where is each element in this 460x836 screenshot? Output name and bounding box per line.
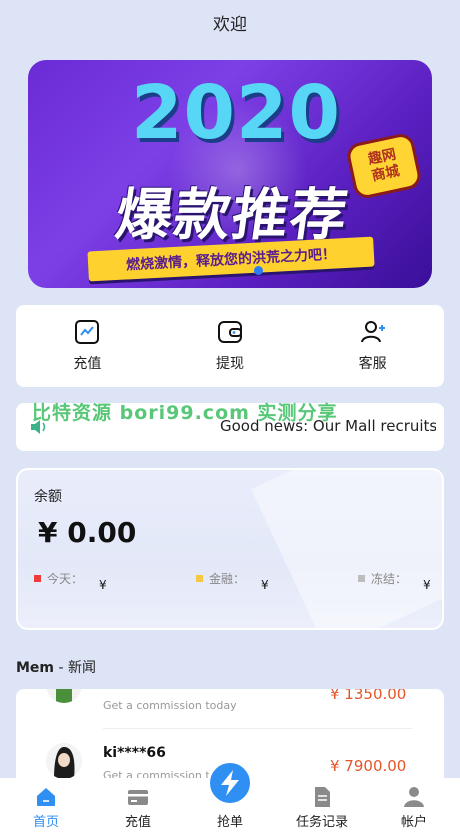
finance-label: 金融： <box>209 572 246 586</box>
today-marker <box>34 575 41 582</box>
customer-service-label: 客服 <box>358 356 387 372</box>
card-decoration <box>251 470 442 628</box>
tab-account[interactable]: 帐户 <box>374 786 454 830</box>
news-amount: ¥ 1350.00 <box>330 689 407 703</box>
promo-banner[interactable]: 2020 趣网 商城 爆款推荐 燃烧激情，释放您的洪荒之力吧！ <box>28 60 432 288</box>
balance-label: 余额 <box>34 489 62 505</box>
avatar-image <box>46 743 82 779</box>
frozen-value: ¥ <box>423 577 431 592</box>
news-amount: ¥ 7900.00 <box>330 757 407 775</box>
avatar <box>46 743 82 779</box>
news-heading: Mem - 新闻 <box>16 657 96 677</box>
today-stat: 今天： ¥ <box>34 570 107 592</box>
home-icon <box>37 788 55 806</box>
list-item: Get a commission today ¥ 1350.00 <box>16 689 444 729</box>
tab-grab-label: 抢单 <box>216 815 243 830</box>
customer-service-button[interactable]: 客服 <box>323 319 423 373</box>
document-icon <box>315 787 330 807</box>
finance-marker <box>196 575 203 582</box>
banner-slogan-text: 燃烧激情，释放您的洪荒之力吧！ <box>125 246 337 274</box>
balance-amount: ¥ 0.00 <box>38 516 137 549</box>
recharge-button[interactable]: 充值 <box>37 319 137 373</box>
user-icon <box>404 787 424 807</box>
page-header: 欢迎 <box>0 0 460 44</box>
divider <box>103 728 412 729</box>
tab-recharge-label: 充值 <box>124 815 151 830</box>
frozen-label: 冻结： <box>371 572 408 586</box>
tab-account-label: 帐户 <box>400 815 427 830</box>
tab-task-label: 任务记录 <box>295 815 348 830</box>
news-user: ki****66 <box>103 745 166 761</box>
quick-actions: 充值 提现 客服 <box>16 305 444 387</box>
finance-stat: 金融： ¥ <box>196 570 269 592</box>
news-desc: Get a commission today <box>103 699 237 712</box>
withdraw-label: 提现 <box>215 356 244 372</box>
balance-card: 余额 ¥ 0.00 今天： ¥ 金融： ¥ 冻结： ¥ <box>16 468 444 630</box>
avatar-image <box>46 689 82 703</box>
watermark-text: 比特资源 bori99.com 实测分享 <box>32 402 338 424</box>
news-heading-rest: - 新闻 <box>54 660 96 676</box>
recharge-icon <box>75 320 100 344</box>
today-value: ¥ <box>99 577 107 592</box>
tab-home[interactable]: 首页 <box>6 786 86 830</box>
carousel-indicator[interactable] <box>254 266 263 275</box>
avatar <box>46 689 82 703</box>
banner-year: 2020 <box>131 70 341 156</box>
tab-home-label: 首页 <box>32 815 59 830</box>
withdraw-button[interactable]: 提现 <box>180 319 280 373</box>
grab-order-button[interactable] <box>207 760 253 806</box>
finance-value: ¥ <box>261 577 269 592</box>
frozen-stat: 冻结： ¥ <box>358 570 431 592</box>
wallet-icon <box>217 321 242 343</box>
recharge-label: 充值 <box>73 356 102 372</box>
customer-service-icon <box>360 321 385 343</box>
frozen-marker <box>358 575 365 582</box>
tab-task-records[interactable]: 任务记录 <box>282 786 362 830</box>
card-icon <box>128 790 148 805</box>
lightning-icon <box>221 770 239 796</box>
page-title: 欢迎 <box>213 14 247 35</box>
tab-recharge[interactable]: 充值 <box>98 786 178 830</box>
today-label: 今天： <box>47 572 84 586</box>
news-heading-bold: Mem <box>16 660 55 676</box>
